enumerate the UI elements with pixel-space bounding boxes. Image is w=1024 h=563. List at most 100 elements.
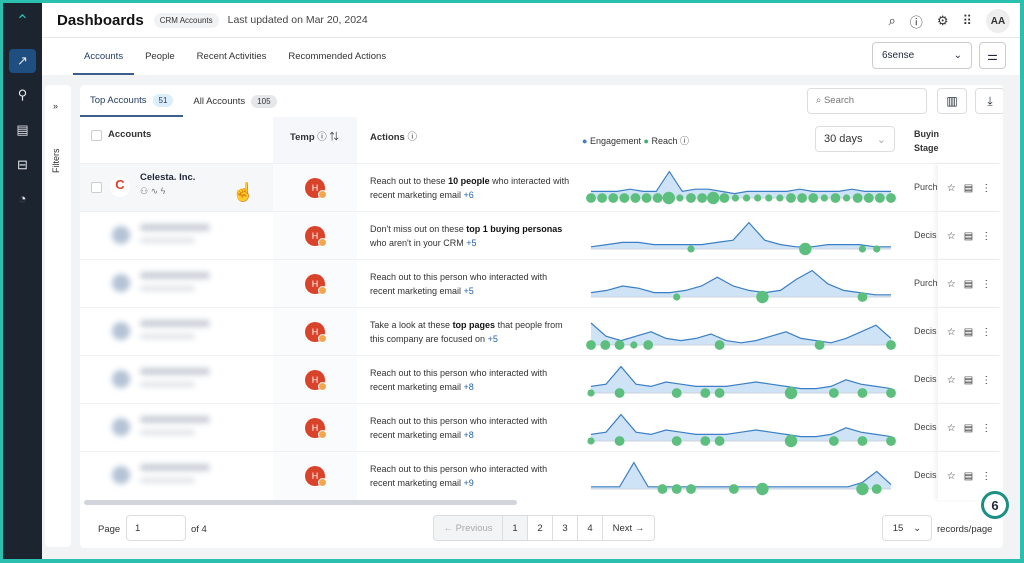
reach-dot xyxy=(728,484,739,494)
star-icon[interactable]: ☆ xyxy=(947,183,956,194)
more-options-icon[interactable]: ⋮ xyxy=(981,327,991,338)
table-row[interactable]: C Celesta. Inc. ⚇ ∿ ϟ ☝ H Reach out to th… xyxy=(80,163,1000,212)
search-icon[interactable]: ⌕ xyxy=(889,13,896,29)
add-note-icon[interactable]: ▤ xyxy=(964,231,973,242)
telescope-nav-icon[interactable]: ⚲ xyxy=(9,83,36,107)
more-link[interactable]: +5 xyxy=(466,238,476,248)
page-input[interactable]: 1 xyxy=(126,515,186,541)
columns-button[interactable]: ▥ xyxy=(937,88,967,114)
reach-dot xyxy=(614,436,625,446)
tab-all-accounts[interactable]: All Accounts 105 xyxy=(183,85,286,117)
more-link[interactable]: +9 xyxy=(464,478,474,488)
star-icon[interactable]: ☆ xyxy=(947,471,956,482)
date-range-select[interactable]: 30 days ⌄ xyxy=(815,126,895,152)
add-note-icon[interactable]: ▤ xyxy=(964,327,973,338)
inbox-nav-icon[interactable]: ⊟ xyxy=(9,153,36,177)
avatar[interactable]: AA xyxy=(986,9,1010,33)
page-3-button[interactable]: 3 xyxy=(552,515,578,541)
star-icon[interactable]: ☆ xyxy=(947,327,956,338)
more-link[interactable]: +5 xyxy=(464,286,474,296)
next-button[interactable]: Next → xyxy=(602,515,655,541)
tab-recent-activities[interactable]: Recent Activities xyxy=(186,38,278,75)
download-icon: ⤓ xyxy=(987,93,993,108)
blurred-account xyxy=(80,452,273,500)
buying-stage: Decis xyxy=(914,422,937,432)
account-location-blurred xyxy=(140,286,195,291)
table-row[interactable]: H Reach out to this person who interacte… xyxy=(80,259,1000,308)
hot-temp-badge: H xyxy=(305,370,327,391)
table-row[interactable]: H Reach out to this person who interacte… xyxy=(80,451,1000,500)
reach-dot xyxy=(671,388,682,398)
more-options-icon[interactable]: ⋮ xyxy=(981,423,991,434)
page-2-button[interactable]: 2 xyxy=(527,515,553,541)
recommended-action: Reach out to this person who interacted … xyxy=(370,462,570,490)
tab-accounts[interactable]: Accounts xyxy=(73,38,135,75)
reach-dot xyxy=(608,193,619,203)
table-row[interactable]: H Reach out to this person who interacte… xyxy=(80,355,1000,404)
hot-temp-badge: H xyxy=(305,322,327,343)
tab-recommended-actions[interactable]: Recommended Actions xyxy=(277,38,397,75)
more-link[interactable]: +5 xyxy=(488,334,498,344)
recommended-action: Reach out to these 10 people who interac… xyxy=(370,174,570,202)
page-1-button[interactable]: 1 xyxy=(502,515,528,541)
horizontal-scrollbar[interactable] xyxy=(84,500,517,505)
more-options-icon[interactable]: ⋮ xyxy=(981,375,991,386)
add-note-icon[interactable]: ▤ xyxy=(964,279,973,290)
star-icon[interactable]: ☆ xyxy=(947,423,956,434)
select-all-checkbox[interactable] xyxy=(91,130,102,141)
reach-dot xyxy=(707,191,720,205)
table-row[interactable]: H Take a look at these top pages that pe… xyxy=(80,307,1000,356)
engagement-reach-sparkline xyxy=(591,461,892,496)
filters-panel-toggle[interactable]: » Filters xyxy=(45,85,71,547)
tab-people[interactable]: People xyxy=(134,38,186,75)
more-link[interactable]: +8 xyxy=(464,382,474,392)
star-icon[interactable]: ☆ xyxy=(947,375,956,386)
account-location-blurred xyxy=(140,334,195,339)
row-checkbox[interactable] xyxy=(91,182,102,193)
more-options-icon[interactable]: ⋮ xyxy=(981,183,991,194)
more-options-icon[interactable]: ⋮ xyxy=(981,231,991,242)
reach-dot xyxy=(756,482,769,496)
previous-button[interactable]: ← Previous xyxy=(433,515,503,541)
more-options-icon[interactable]: ⋮ xyxy=(981,279,991,290)
table-row[interactable]: H Don't miss out on these top 1 buying p… xyxy=(80,211,1000,260)
pagination: Page 1 of 4 ← Previous 1 2 3 4 Next → 15… xyxy=(80,510,1003,548)
document-nav-icon[interactable]: ▤ xyxy=(9,118,36,142)
more-link[interactable]: +8 xyxy=(464,430,474,440)
filters-label: Filters xyxy=(51,148,61,174)
engagement-reach-sparkline xyxy=(586,322,896,350)
gear-icon[interactable]: ⚙ xyxy=(937,13,949,29)
reach-dot xyxy=(858,245,867,253)
analytics-nav-icon[interactable]: ↗ xyxy=(9,49,36,73)
page-size-value: 15 xyxy=(892,522,904,534)
star-icon[interactable]: ☆ xyxy=(947,279,956,290)
gauge-nav-icon[interactable]: ◔ xyxy=(9,186,36,210)
sliders-icon: ⚌ xyxy=(987,48,998,63)
reach-dot xyxy=(614,388,625,398)
tab-top-accounts[interactable]: Top Accounts 51 xyxy=(80,85,184,117)
add-note-icon[interactable]: ▤ xyxy=(964,423,973,434)
6sense-help-widget-icon[interactable]: 6 xyxy=(981,491,1009,519)
search-input[interactable]: ⌕ Search xyxy=(807,88,927,114)
engagement-area xyxy=(591,323,891,345)
temp-header[interactable]: Temp ⓘ ⇅ xyxy=(290,129,339,143)
settings-toggle-button[interactable]: ⚌ xyxy=(979,42,1006,69)
account-name[interactable]: Celesta. Inc. xyxy=(140,172,195,183)
add-note-icon[interactable]: ▤ xyxy=(964,375,973,386)
temp-cell: H xyxy=(273,164,357,212)
more-options-icon[interactable]: ⋮ xyxy=(981,471,991,482)
download-button[interactable]: ⤓ xyxy=(975,88,1003,114)
table-row[interactable]: H Reach out to this person who interacte… xyxy=(80,403,1000,452)
help-icon: ⓘ ⇅ xyxy=(317,132,339,143)
source-select[interactable]: 6sense ⌄ xyxy=(872,42,972,69)
star-icon[interactable]: ☆ xyxy=(947,231,956,242)
more-link[interactable]: +6 xyxy=(464,190,474,200)
add-note-icon[interactable]: ▤ xyxy=(964,471,973,482)
add-note-icon[interactable]: ▤ xyxy=(964,183,973,194)
account-name-blurred xyxy=(140,272,210,279)
reach-dot xyxy=(697,193,708,203)
page-4-button[interactable]: 4 xyxy=(577,515,603,541)
page-size-select[interactable]: 15 ⌄ xyxy=(882,515,932,541)
apps-grid-icon[interactable]: ⠿ xyxy=(962,13,972,29)
help-icon[interactable]: ⓘ xyxy=(910,12,923,31)
